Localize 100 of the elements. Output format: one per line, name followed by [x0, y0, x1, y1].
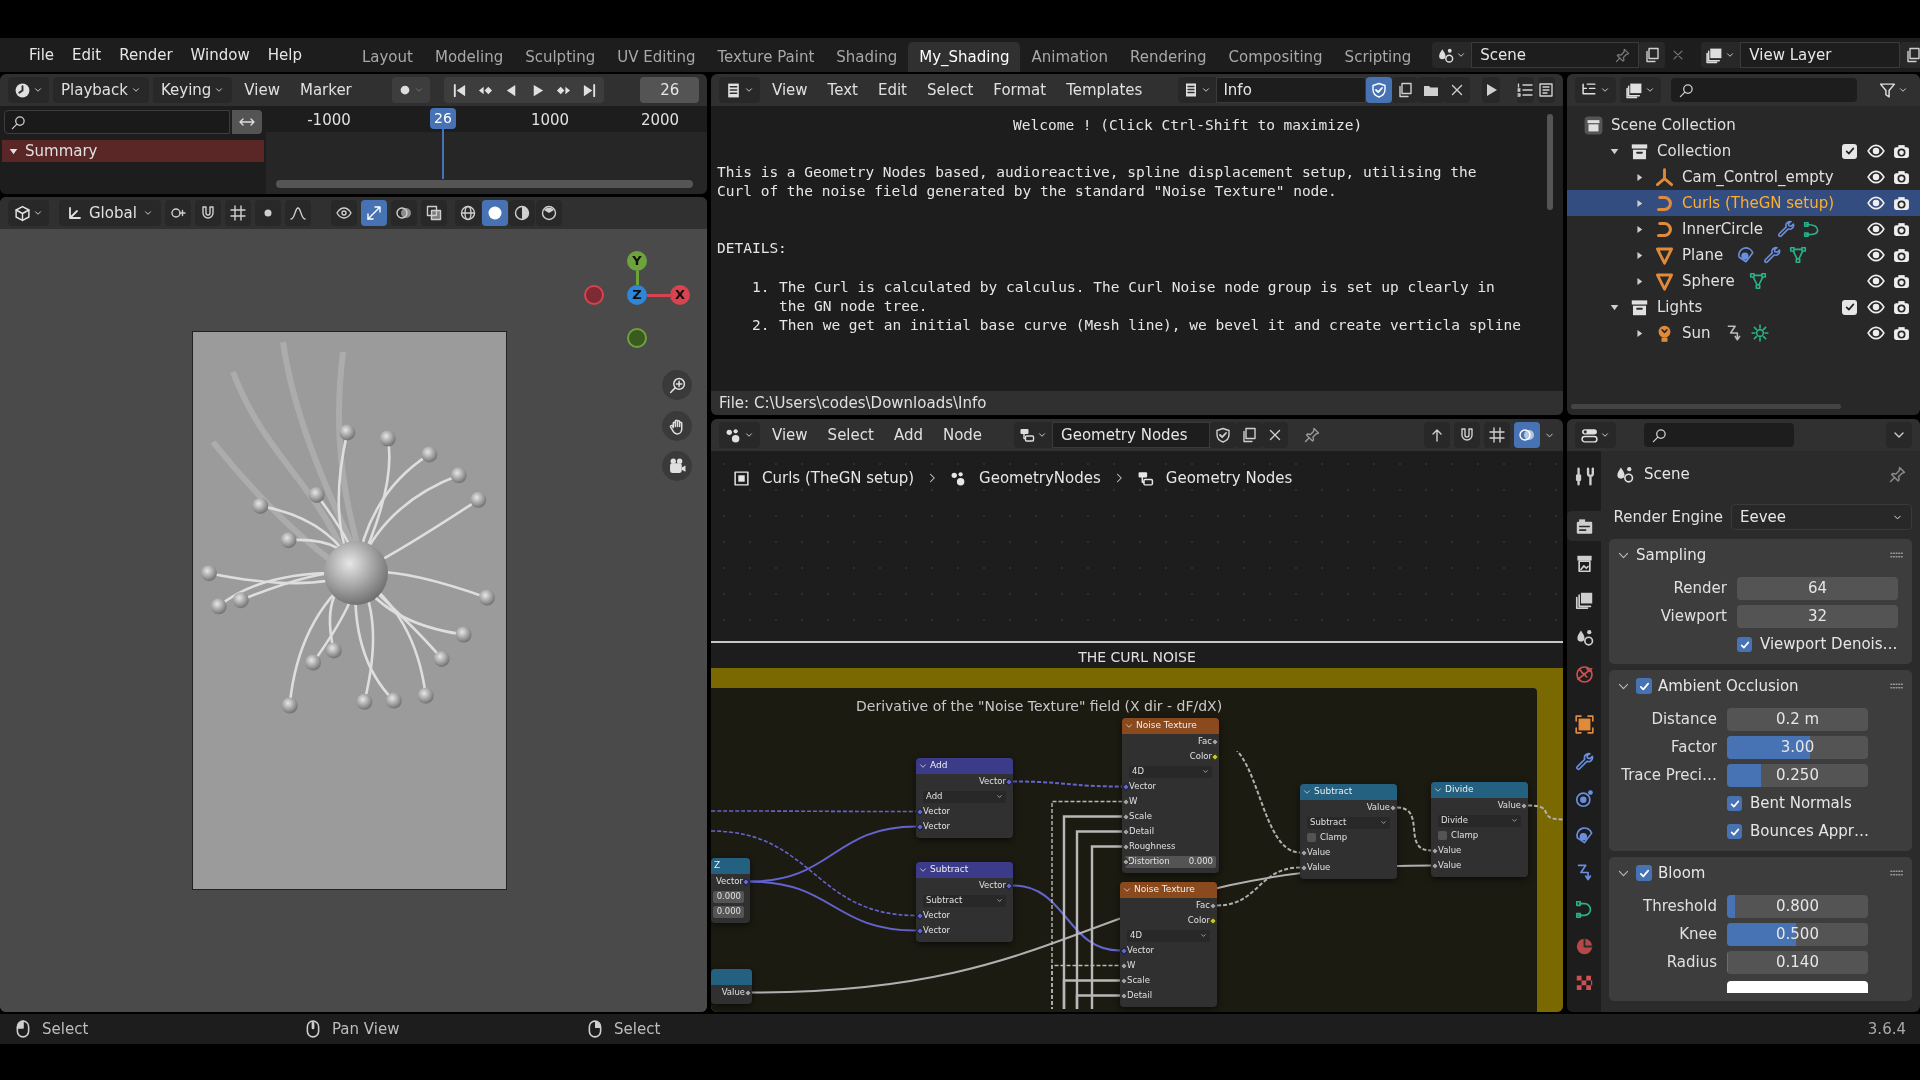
- menu-item[interactable]: Edit: [63, 43, 111, 67]
- field-label: Radius: [1665, 952, 1718, 974]
- node[interactable]: Subtract Value Subtract Clamp Value Value: [1300, 784, 1397, 879]
- menu-item[interactable]: View: [764, 422, 816, 448]
- outliner-row[interactable]: Sphere: [1567, 268, 1920, 294]
- outliner-row[interactable]: Curls (TheGN setup): [1567, 190, 1920, 216]
- menu-item[interactable]: Select: [919, 77, 982, 103]
- menu-item[interactable]: Text: [819, 77, 866, 103]
- scene-name-field[interactable]: Scene: [1471, 42, 1640, 68]
- outliner-row[interactable]: Scene Collection: [1567, 112, 1920, 138]
- menu-item[interactable]: Edit: [869, 77, 915, 103]
- number-field[interactable]: 32: [1737, 605, 1898, 628]
- breadcrumb-link[interactable]: Geometry Nodes: [1165, 467, 1293, 490]
- workspace-tab[interactable]: Scripting: [1333, 42, 1423, 72]
- menu-item[interactable]: Playback: [53, 77, 149, 103]
- workspace-tab[interactable]: Shading: [825, 42, 909, 72]
- menu-item[interactable]: Add: [885, 422, 931, 448]
- menu-item[interactable]: Format: [985, 77, 1055, 103]
- render-engine-dropdown[interactable]: Eevee: [1731, 504, 1912, 530]
- node[interactable]: Z Vector 0.000 0.000: [711, 858, 750, 923]
- axis-handle[interactable]: X: [670, 285, 690, 305]
- number-field[interactable]: 64: [1737, 577, 1898, 600]
- socket-label: Fac: [1198, 735, 1212, 748]
- workspace-tab[interactable]: Sculpting: [514, 42, 607, 72]
- node-dropdown[interactable]: Subtract: [1307, 816, 1390, 829]
- node[interactable]: Noise Texture Fac Color 4D Vector W Scale Detail: [1120, 882, 1217, 1007]
- slider[interactable]: 0.140: [1727, 951, 1868, 974]
- node-header[interactable]: Noise Texture: [1120, 882, 1217, 898]
- channel-row[interactable]: Summary: [2, 140, 264, 162]
- menu-item[interactable]: View: [236, 77, 288, 103]
- node[interactable]: Noise Texture Fac Color 4D Vector W Scale Detail Roughness Distortion 0.000: [1122, 718, 1219, 873]
- node[interactable]: Divide Value Divide Clamp Value Value: [1431, 782, 1528, 877]
- checkbox-label[interactable]: Bounces Appr…: [1750, 820, 1869, 843]
- node-dropdown[interactable]: 4D: [1129, 765, 1212, 778]
- menu-item[interactable]: Window: [181, 43, 259, 67]
- slider[interactable]: 0.800: [1727, 895, 1868, 918]
- node-dropdown[interactable]: Subtract: [923, 894, 1006, 907]
- axis-handle[interactable]: Y: [627, 251, 647, 271]
- frame-label: THE CURL NOISE: [1077, 648, 1197, 667]
- frame-number: 1000: [530, 110, 570, 131]
- playhead-frame-badge[interactable]: 26: [430, 108, 456, 129]
- menu-item[interactable]: Help: [258, 43, 311, 67]
- node-header[interactable]: Subtract: [1300, 784, 1397, 800]
- socket-label: W: [1129, 795, 1138, 808]
- outliner-row[interactable]: Lights: [1567, 294, 1920, 320]
- socket-label: Detail: [1127, 989, 1153, 1002]
- menu-item[interactable]: Marker: [291, 77, 360, 103]
- panel-title: Ambient Occlusion: [1658, 675, 1800, 697]
- workspace-tab[interactable]: Rendering: [1118, 42, 1218, 72]
- node-header[interactable]: Z: [711, 858, 750, 874]
- outliner-item-label: Sun: [1682, 322, 1711, 344]
- number-field[interactable]: 0.2 m: [1727, 708, 1868, 731]
- node-header[interactable]: Subtract: [916, 862, 1013, 878]
- outliner-row[interactable]: Cam_Control_empty: [1567, 164, 1920, 190]
- text-name-field[interactable]: Info: [1216, 77, 1367, 103]
- orientation-dropdown[interactable]: Global: [59, 200, 161, 226]
- socket-label: Scale: [1127, 974, 1150, 987]
- node[interactable]: Add Vector Add Vector Vector: [916, 758, 1013, 838]
- checkbox-label[interactable]: Bent Normals: [1750, 792, 1852, 815]
- menu-item[interactable]: View: [764, 77, 816, 103]
- view-layer-field[interactable]: View Layer: [1740, 42, 1901, 68]
- node-tree-name-field[interactable]: Geometry Nodes: [1052, 422, 1211, 448]
- node-dropdown[interactable]: 4D: [1127, 929, 1210, 942]
- current-frame-field[interactable]: 26: [640, 77, 699, 103]
- outliner-row[interactable]: Sun: [1567, 320, 1920, 346]
- slider[interactable]: 0.250: [1727, 764, 1868, 787]
- node-header[interactable]: Noise Texture: [1122, 718, 1219, 734]
- workspace-tab[interactable]: Animation: [1020, 42, 1119, 72]
- workspace-tab[interactable]: My_Shading: [908, 42, 1021, 72]
- frame-label: Derivative of the "Noise Texture" field (X dir - dF/dX): [856, 697, 1223, 716]
- menu-item[interactable]: File: [20, 43, 64, 67]
- checkbox-label[interactable]: Viewport Denois…: [1760, 633, 1898, 656]
- node-dropdown[interactable]: Add: [923, 790, 1006, 803]
- node-header[interactable]: Divide: [1431, 782, 1528, 798]
- socket-label: Value: [1497, 799, 1521, 812]
- workspace-tab[interactable]: Layout: [350, 42, 424, 72]
- field-label: Factor: [1670, 737, 1718, 759]
- node-dropdown[interactable]: Divide: [1438, 814, 1521, 827]
- menu-item[interactable]: Node: [934, 422, 991, 448]
- node-header[interactable]: Add: [916, 758, 1013, 774]
- menu-item[interactable]: Keying: [152, 77, 233, 103]
- axis-handle[interactable]: Z: [627, 285, 647, 305]
- node-number-field[interactable]: Distortion 0.000: [1125, 855, 1216, 868]
- workspace-tab[interactable]: Modeling: [423, 42, 515, 72]
- node[interactable]: Value: [711, 969, 752, 1004]
- outliner-row[interactable]: InnerCircle: [1567, 216, 1920, 242]
- outliner-row[interactable]: Plane: [1567, 242, 1920, 268]
- socket-label: Vector: [715, 875, 743, 888]
- breadcrumb-link[interactable]: GeometryNodes: [979, 467, 1101, 490]
- menu-item[interactable]: Render: [110, 43, 182, 67]
- workspace-tab[interactable]: UV Editing: [606, 42, 707, 72]
- node[interactable]: Subtract Vector Subtract Vector Vector: [916, 862, 1013, 942]
- outliner-row[interactable]: Collection: [1567, 138, 1920, 164]
- menu-item[interactable]: Templates: [1058, 77, 1151, 103]
- menu-item[interactable]: Select: [819, 422, 882, 448]
- workspace-tab[interactable]: Compositing: [1217, 42, 1334, 72]
- breadcrumb-link[interactable]: Curls (TheGN setup): [762, 467, 915, 490]
- node-number-field[interactable]: 0.000: [713, 890, 744, 903]
- node-number-field[interactable]: 0.000: [713, 905, 744, 918]
- workspace-tab[interactable]: Texture Paint: [706, 42, 826, 72]
